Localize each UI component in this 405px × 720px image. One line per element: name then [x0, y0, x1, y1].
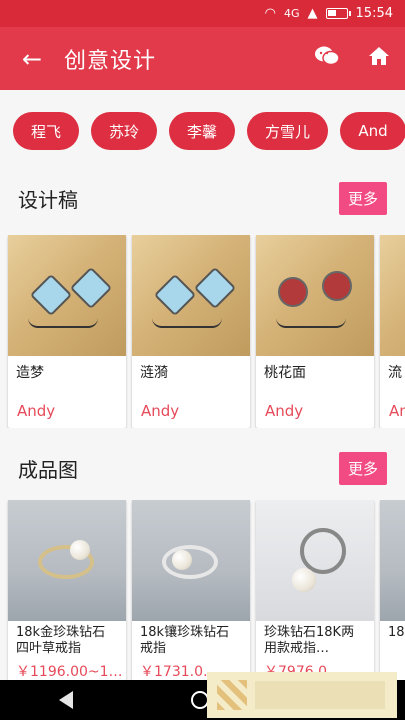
design-name: 涟漪	[140, 365, 168, 381]
chip-designer[interactable]: 李馨	[169, 112, 236, 150]
product-image	[132, 500, 250, 621]
design-section: 设计稿 更多 造梦 Andy 涟漪 Andy 桃花面 Andy 流 An	[0, 170, 405, 440]
section-title: 设计稿	[18, 187, 78, 212]
design-author: An	[389, 402, 405, 420]
product-card[interactable]: 18k镶珍珠钻石戒指 ￥1731.0…	[132, 500, 250, 683]
clock: 15:54	[355, 6, 393, 21]
more-button[interactable]: 更多	[338, 451, 387, 485]
design-card[interactable]: 造梦 Andy	[8, 235, 126, 428]
product-image	[8, 500, 126, 621]
status-bar: ◠ 4G ▲ 15:54	[0, 0, 405, 27]
chip-designer[interactable]: 程飞	[13, 112, 80, 150]
design-card[interactable]: 涟漪 Andy	[132, 235, 250, 428]
product-card[interactable]: 18k金珍珠钻石四叶草戒指 ￥1196.00~1…	[8, 500, 126, 683]
design-image	[256, 235, 374, 356]
pixelated-overlay	[207, 672, 397, 718]
product-price	[380, 659, 405, 663]
design-name: 桃花面	[264, 365, 306, 381]
design-image	[380, 235, 405, 356]
wechat-icon[interactable]	[301, 45, 353, 73]
battery-icon	[325, 8, 351, 19]
section-title: 成品图	[18, 457, 78, 482]
product-name: 珍珠钻石18K两用款戒指…	[264, 625, 355, 656]
product-name: 18k镶珍珠钻石戒指	[140, 625, 230, 656]
product-section: 成品图 更多 18k金珍珠钻石四叶草戒指 ￥1196.00~1… 18k镶珍珠钻…	[0, 440, 405, 683]
product-image	[380, 500, 405, 621]
back-arrow-icon[interactable]: ←	[0, 45, 64, 73]
designer-chip-row: 程飞 苏玲 李馨 方雪儿 And	[0, 90, 405, 170]
product-name: 18k金珍珠钻石四叶草戒指	[16, 625, 106, 656]
product-image	[256, 500, 374, 621]
design-author: Andy	[265, 402, 304, 420]
design-author: Andy	[141, 402, 180, 420]
chip-designer[interactable]: 苏玲	[91, 112, 158, 150]
nav-back-icon[interactable]	[59, 691, 74, 709]
more-button[interactable]: 更多	[338, 181, 387, 215]
design-card[interactable]: 桃花面 Andy	[256, 235, 374, 428]
design-image	[132, 235, 250, 356]
product-card[interactable]: 珍珠钻石18K两用款戒指… ￥7976.0…	[256, 500, 374, 683]
home-icon[interactable]	[353, 46, 405, 72]
chip-designer[interactable]: And	[340, 112, 405, 150]
design-card[interactable]: 流 An	[380, 235, 405, 428]
product-name: 18金	[388, 625, 405, 640]
app-bar: ← 创意设计	[0, 27, 405, 90]
wifi-icon: ◠	[264, 6, 276, 21]
chip-designer[interactable]: 方雪儿	[247, 112, 329, 150]
product-card[interactable]: 18金	[380, 500, 405, 683]
signal-icon: ▲	[307, 6, 318, 21]
design-author: Andy	[17, 402, 56, 420]
design-name: 流	[388, 365, 402, 381]
design-name: 造梦	[16, 365, 44, 381]
design-image	[8, 235, 126, 356]
network-label: 4G	[284, 7, 300, 20]
page-title: 创意设计	[64, 48, 157, 74]
